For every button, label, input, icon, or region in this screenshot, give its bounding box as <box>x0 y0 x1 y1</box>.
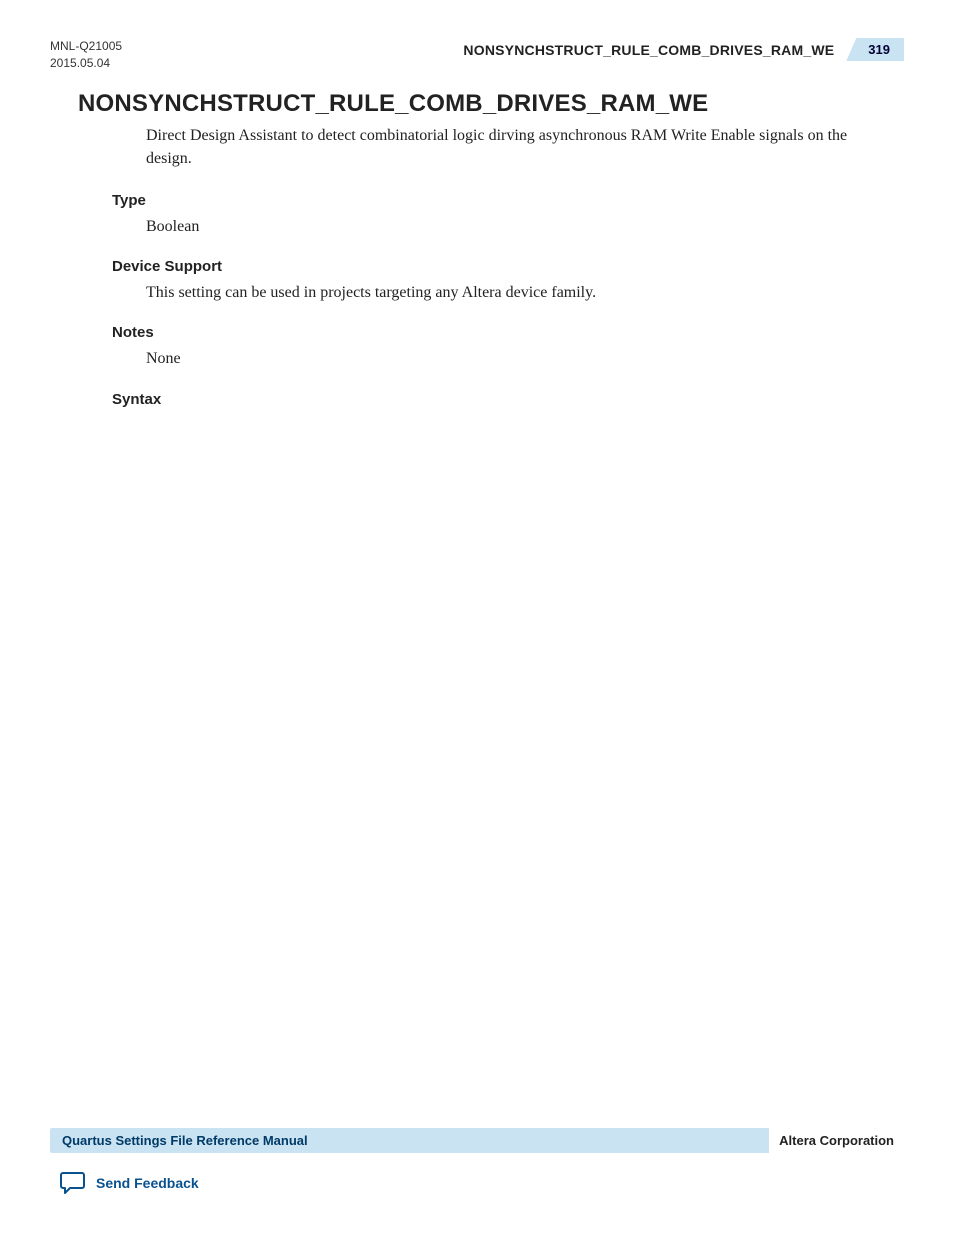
doc-id: MNL-Q21005 <box>50 38 122 55</box>
section-heading-syntax: Syntax <box>112 391 904 408</box>
manual-title: Quartus Settings File Reference Manual <box>62 1133 308 1148</box>
feedback-row: Send Feedback <box>60 1171 904 1195</box>
section-notes: Notes None <box>112 324 904 370</box>
section-body-type: Boolean <box>146 215 904 238</box>
header-right: NONSYNCHSTRUCT_RULE_COMB_DRIVES_RAM_WE 3… <box>463 38 904 61</box>
section-heading-device-support: Device Support <box>112 258 904 275</box>
doc-date: 2015.05.04 <box>50 55 122 72</box>
page-number: 319 <box>846 38 904 61</box>
page: MNL-Q21005 2015.05.04 NONSYNCHSTRUCT_RUL… <box>0 0 954 1235</box>
section-device-support: Device Support This setting can be used … <box>112 258 904 304</box>
page-title: NONSYNCHSTRUCT_RULE_COMB_DRIVES_RAM_WE <box>78 90 904 118</box>
section-heading-notes: Notes <box>112 324 904 341</box>
section-syntax: Syntax <box>112 391 904 408</box>
section-heading-type: Type <box>112 192 904 209</box>
section-body-device-support: This setting can be used in projects tar… <box>146 281 904 304</box>
section-type: Type Boolean <box>112 192 904 238</box>
running-title: NONSYNCHSTRUCT_RULE_COMB_DRIVES_RAM_WE <box>463 42 834 58</box>
section-body-notes: None <box>146 347 904 370</box>
speech-bubble-icon <box>60 1171 86 1195</box>
page-footer: Quartus Settings File Reference Manual A… <box>50 1128 904 1195</box>
intro-paragraph: Direct Design Assistant to detect combin… <box>146 124 874 170</box>
page-header: MNL-Q21005 2015.05.04 NONSYNCHSTRUCT_RUL… <box>50 38 904 72</box>
footer-bar: Quartus Settings File Reference Manual A… <box>50 1128 904 1153</box>
header-left: MNL-Q21005 2015.05.04 <box>50 38 122 72</box>
company-name: Altera Corporation <box>769 1128 904 1153</box>
page-number-badge: 319 <box>846 38 904 61</box>
send-feedback-link[interactable]: Send Feedback <box>96 1175 199 1191</box>
